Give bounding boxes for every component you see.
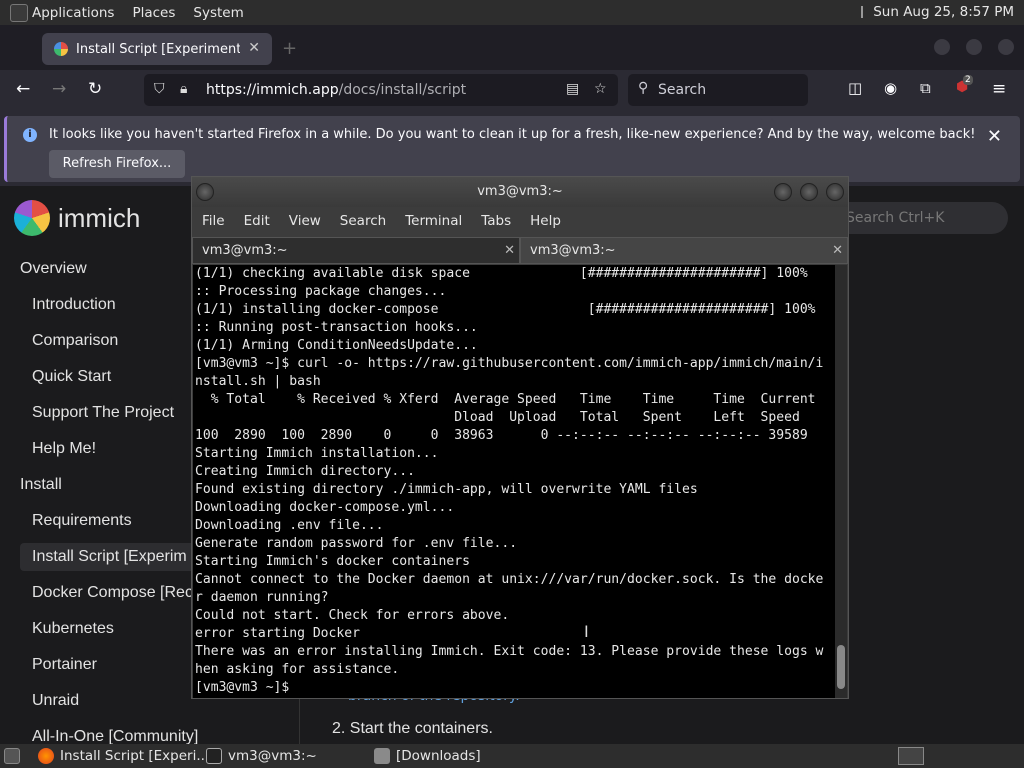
- hamburger-menu-icon[interactable]: ≡: [992, 79, 1006, 99]
- scrollbar-thumb[interactable]: [837, 645, 845, 689]
- terminal-icon: [206, 748, 222, 764]
- reload-icon[interactable]: ↻: [88, 79, 102, 99]
- workspace-switcher[interactable]: [898, 747, 924, 765]
- terminal-scrollbar[interactable]: [835, 265, 847, 698]
- search-placeholder: Search: [658, 82, 707, 98]
- show-desktop-button[interactable]: [4, 746, 26, 766]
- search-input[interactable]: ⚲ Search: [628, 74, 808, 106]
- folder-icon: [374, 748, 390, 764]
- close-tab-icon[interactable]: ✕: [832, 238, 843, 263]
- terminal-menu-help[interactable]: Help: [530, 213, 561, 229]
- window-menu-icon[interactable]: [196, 183, 214, 201]
- notification-text: It looks like you haven't started Firefo…: [49, 127, 976, 142]
- close-icon[interactable]: [826, 183, 844, 201]
- close-notification-icon[interactable]: ✕: [987, 126, 1002, 147]
- url-host: https://immich.app: [206, 82, 339, 98]
- terminal-menu-tabs[interactable]: Tabs: [481, 213, 511, 229]
- notification-bar: i It looks like you haven't started Fire…: [0, 110, 1024, 186]
- top-panel: Applications Places System Sun Aug 25, 8…: [0, 0, 1024, 25]
- menu-applications[interactable]: Applications: [32, 5, 114, 21]
- ublock-badge: 2: [963, 75, 973, 85]
- maximize-window-icon[interactable]: [966, 39, 982, 55]
- site-brand: immich: [58, 202, 141, 233]
- sidebar-item-help[interactable]: Help Me!: [32, 440, 96, 458]
- terminal-tab-label: vm3@vm3:~: [202, 243, 288, 258]
- menu-places[interactable]: Places: [132, 5, 175, 21]
- sidebar-item-quick-start[interactable]: Quick Start: [32, 368, 111, 386]
- sidebar-item-unraid[interactable]: Unraid: [32, 692, 79, 710]
- taskbar-item-label: Install Script [Experi...: [60, 748, 210, 764]
- sidebar-item-overview[interactable]: Overview: [20, 260, 87, 278]
- new-tab-icon[interactable]: +: [282, 38, 297, 59]
- taskbar-item-terminal[interactable]: vm3@vm3:~: [206, 746, 317, 766]
- terminal-menu-edit[interactable]: Edit: [244, 213, 270, 229]
- menu-system[interactable]: System: [193, 5, 243, 21]
- site-search-input[interactable]: Search Ctrl+K: [830, 202, 1008, 234]
- account-icon[interactable]: ◉: [884, 79, 897, 97]
- minimize-window-icon[interactable]: [934, 39, 950, 55]
- immich-logo-icon: [14, 200, 50, 236]
- terminal-menu-terminal[interactable]: Terminal: [405, 213, 462, 229]
- lock-icon[interactable]: 🔒︎: [180, 81, 187, 97]
- browser-tab[interactable]: Install Script [Experimental] ✕: [42, 33, 272, 65]
- info-icon: i: [23, 128, 37, 142]
- url-bar[interactable]: ⛉ 🔒︎ https://immich.app/docs/install/scr…: [144, 74, 618, 106]
- terminal-menu-view[interactable]: View: [289, 213, 321, 229]
- url-path: /docs/install/script: [338, 82, 467, 98]
- taskbar-item-downloads[interactable]: [Downloads]: [374, 746, 481, 766]
- taskbar-item-label: vm3@vm3:~: [228, 748, 317, 764]
- site-logo[interactable]: immich: [14, 200, 140, 236]
- terminal-output[interactable]: (1/1) checking available disk space [###…: [193, 265, 836, 698]
- terminal-tab-1[interactable]: vm3@vm3:~ ✕: [192, 237, 520, 264]
- extensions-icon[interactable]: ⧉: [920, 79, 931, 97]
- terminal-titlebar[interactable]: vm3@vm3:~: [192, 177, 848, 207]
- back-icon[interactable]: ←: [16, 79, 30, 99]
- firefox-icon: [38, 748, 54, 764]
- text-cursor-icon: I: [584, 622, 589, 641]
- minimize-icon[interactable]: [774, 183, 792, 201]
- taskbar: Install Script [Experi... vm3@vm3:~ [Dow…: [0, 744, 1024, 768]
- close-tab-icon[interactable]: ✕: [248, 40, 260, 56]
- terminal-window[interactable]: vm3@vm3:~ File Edit View Search Terminal…: [191, 176, 849, 699]
- sidebar-item-introduction[interactable]: Introduction: [32, 296, 116, 314]
- show-desktop-icon: [4, 748, 20, 764]
- bookmark-star-icon[interactable]: ☆: [594, 81, 607, 97]
- terminal-tab-2[interactable]: vm3@vm3:~ ✕: [520, 237, 848, 264]
- taskbar-item-firefox[interactable]: Install Script [Experi...: [38, 746, 209, 766]
- pocket-icon[interactable]: ◫: [848, 79, 862, 97]
- sidebar-item-support[interactable]: Support The Project: [32, 404, 174, 422]
- terminal-menubar: File Edit View Search Terminal Tabs Help: [192, 207, 848, 235]
- terminal-tabs: vm3@vm3:~ ✕ vm3@vm3:~ ✕: [192, 237, 848, 264]
- browser-navbar: ← → ↻ ⛉ 🔒︎ https://immich.app/docs/insta…: [0, 70, 1024, 110]
- browser-tab-title: Install Script [Experimental]: [76, 41, 240, 57]
- reader-view-icon[interactable]: ▤: [566, 81, 579, 97]
- maximize-icon[interactable]: [800, 183, 818, 201]
- taskbar-item-label: [Downloads]: [396, 748, 481, 764]
- sidebar-item-comparison[interactable]: Comparison: [32, 332, 118, 350]
- shield-icon[interactable]: ⛉: [154, 81, 165, 97]
- forward-icon[interactable]: →: [52, 79, 66, 99]
- close-tab-icon[interactable]: ✕: [504, 238, 515, 263]
- search-icon: ⚲: [638, 80, 649, 96]
- clock[interactable]: Sun Aug 25, 8:57 PM: [873, 4, 1014, 20]
- sidebar-item-portainer[interactable]: Portainer: [32, 656, 97, 674]
- terminal-menu-search[interactable]: Search: [340, 213, 386, 229]
- sidebar-item-install[interactable]: Install: [20, 476, 62, 494]
- content-step: 2. Start the containers.: [332, 720, 493, 737]
- immich-favicon-icon: [54, 42, 68, 56]
- refresh-firefox-button[interactable]: Refresh Firefox...: [49, 150, 185, 178]
- sidebar-item-kubernetes[interactable]: Kubernetes: [32, 620, 114, 638]
- panel-separator: [861, 6, 864, 18]
- terminal-title: vm3@vm3:~: [477, 184, 563, 199]
- system-logo-icon[interactable]: [10, 3, 28, 22]
- sidebar-item-docker-compose[interactable]: Docker Compose [Rec: [32, 584, 193, 602]
- terminal-tab-label: vm3@vm3:~: [530, 243, 616, 258]
- sidebar-item-requirements[interactable]: Requirements: [32, 512, 132, 530]
- terminal-menu-file[interactable]: File: [202, 213, 225, 229]
- browser-tab-strip: Install Script [Experimental] ✕ +: [0, 25, 1024, 70]
- close-window-icon[interactable]: [998, 39, 1014, 55]
